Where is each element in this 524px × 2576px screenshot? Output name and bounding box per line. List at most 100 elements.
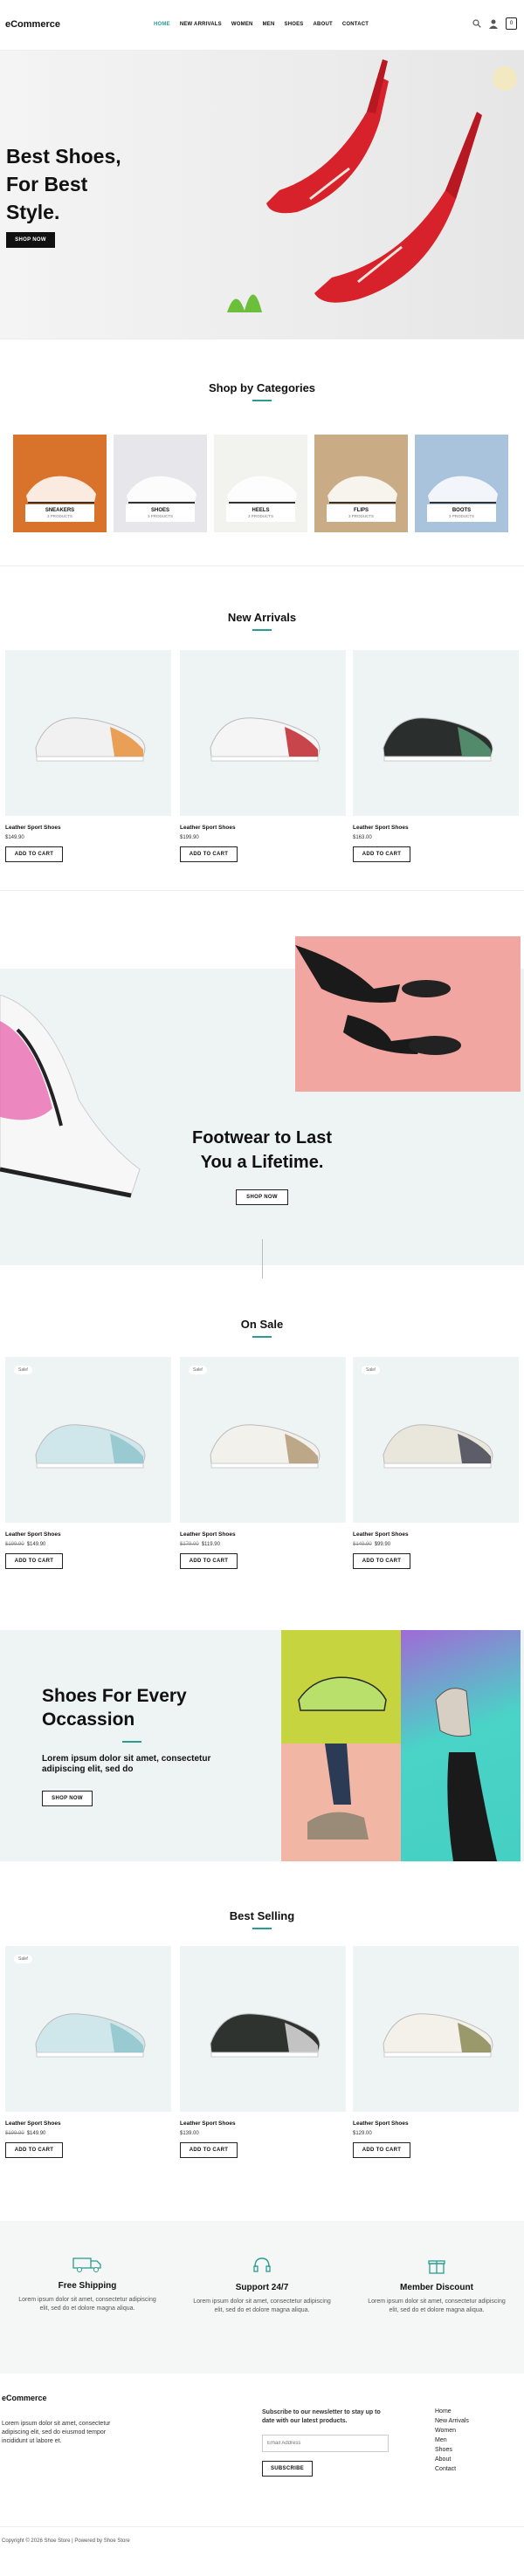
product-name[interactable]: Leather Sport Shoes [5, 1531, 61, 1538]
product-price: $163.00 [353, 835, 372, 840]
current-price: $149.90 [26, 1542, 46, 1547]
category-label: FLIPS 3 PRODUCTS [327, 504, 396, 522]
product-price: $199.90 $149.90 [5, 1542, 45, 1547]
product-shoe-image [383, 2013, 493, 2058]
feature-support-24-7: Support 24/7 Lorem ipsum dolor sit amet, … [188, 2256, 336, 2315]
site-logo[interactable]: eCommerce [5, 19, 60, 30]
product-image[interactable] [180, 1357, 346, 1523]
add-to-cart-button[interactable]: ADD TO CART [353, 1553, 410, 1569]
main-nav: HOME NEW ARRIVALS WOMEN MEN SHOES ABOUT … [154, 22, 369, 27]
product-price: $129.00 [353, 2131, 372, 2136]
footer-link-new-arrivals[interactable]: New Arrivals [435, 2416, 469, 2426]
product-name[interactable]: Leather Sport Shoes [180, 825, 236, 831]
product-shoe-image [35, 1424, 146, 1469]
category-card-boots[interactable]: BOOTS 3 PRODUCTS [415, 435, 508, 532]
footwear-pink-image [295, 936, 521, 1092]
feature-title: Free Shipping [58, 2281, 117, 2291]
nav-men[interactable]: MEN [263, 22, 275, 27]
product-name[interactable]: Leather Sport Shoes [180, 1531, 236, 1538]
product-name[interactable]: Leather Sport Shoes [180, 2120, 236, 2127]
feature-title: Support 24/7 [235, 2283, 289, 2292]
product-image[interactable] [5, 650, 171, 816]
product-price: $149.90 $99.90 [353, 1542, 390, 1547]
category-card-shoes[interactable]: SHOES 3 PRODUCTS [114, 435, 207, 532]
category-label: SNEAKERS 3 PRODUCTS [25, 504, 94, 522]
category-card-flips[interactable]: FLIPS 3 PRODUCTS [314, 435, 408, 532]
on-sale-title: On Sale [240, 1318, 284, 1331]
product-image[interactable] [5, 1357, 171, 1523]
cart-button[interactable]: 0 [506, 17, 517, 30]
category-label: BOOTS 3 PRODUCTS [427, 504, 496, 522]
footer-link-men[interactable]: Men [435, 2436, 469, 2445]
product-name[interactable]: Leather Sport Shoes [5, 825, 61, 831]
nav-contact[interactable]: CONTACT [342, 22, 369, 27]
nav-about[interactable]: ABOUT [314, 22, 333, 27]
green-shoe-image [281, 1630, 401, 1744]
search-icon[interactable] [472, 19, 481, 28]
newsletter-email-input[interactable] [262, 2435, 389, 2452]
user-icon[interactable] [489, 19, 498, 29]
feature-member-discount: Member Discount Lorem ipsum dolor sit ame… [362, 2256, 511, 2315]
product-shoe-image [210, 2013, 321, 2058]
product-price: $199.90 [180, 835, 199, 840]
footwear-banner-title: Footwear to Last You a Lifetime. [191, 1128, 332, 1172]
footer-link-contact[interactable]: Contact [435, 2464, 469, 2474]
product-image[interactable] [353, 1946, 519, 2112]
add-to-cart-button[interactable]: ADD TO CART [353, 2142, 410, 2158]
footwear-shop-now-button[interactable]: SHOP NOW [236, 1189, 288, 1205]
add-to-cart-button[interactable]: ADD TO CART [180, 1553, 238, 1569]
product-name[interactable]: Leather Sport Shoes [353, 825, 409, 831]
old-price: $199.90 [5, 2131, 24, 2136]
sale-badge: Sale! [14, 1366, 33, 1374]
red-heels-image [227, 59, 517, 312]
subscribe-button[interactable]: SUBSCRIBE [262, 2461, 313, 2477]
product-image[interactable] [353, 650, 519, 816]
footer-link-shoes[interactable]: Shoes [435, 2445, 469, 2455]
product-price: $199.90 $149.90 [5, 2131, 45, 2136]
add-to-cart-button[interactable]: ADD TO CART [5, 1553, 63, 1569]
product-price: $139.00 [180, 2131, 199, 2136]
footer-logo[interactable]: eCommerce [2, 2394, 47, 2402]
product-image[interactable] [180, 1946, 346, 2112]
product-name[interactable]: Leather Sport Shoes [5, 2120, 61, 2127]
feature-text: Lorem ipsum dolor sit amet, consectetur … [18, 2297, 156, 2312]
category-count: 3 PRODUCTS [147, 514, 173, 518]
add-to-cart-button[interactable]: ADD TO CART [5, 846, 63, 862]
nav-women[interactable]: WOMEN [231, 22, 253, 27]
add-to-cart-button[interactable]: ADD TO CART [5, 2142, 63, 2158]
product-image[interactable] [353, 1357, 519, 1523]
loafer-image [281, 1744, 401, 1861]
footer-link-about[interactable]: About [435, 2455, 469, 2464]
product-shoe-image [383, 717, 493, 762]
product-shoe-image [35, 717, 146, 762]
category-name: SNEAKERS [45, 508, 75, 513]
category-count: 3 PRODUCTS [448, 514, 474, 518]
add-to-cart-button[interactable]: ADD TO CART [180, 2142, 238, 2158]
old-price: $199.90 [5, 1542, 24, 1547]
product-image[interactable] [180, 650, 346, 816]
product-name[interactable]: Leather Sport Shoes [353, 1531, 409, 1538]
gift-icon [428, 2260, 445, 2274]
occasion-shop-now-button[interactable]: SHOP NOW [42, 1791, 93, 1806]
category-label: HEELS 3 PRODUCTS [226, 504, 295, 522]
copyright-text: Copyright © 2026 Shoe Store | Powered by… [2, 2538, 130, 2544]
product-image[interactable] [5, 1946, 171, 2112]
product-price: $179.00 $119.90 [180, 1542, 220, 1547]
product-name[interactable]: Leather Sport Shoes [353, 2120, 409, 2127]
footer-link-home[interactable]: Home [435, 2407, 469, 2416]
hero-banner: Best Shoes, For Best Style. SHOP NOW [0, 51, 524, 339]
footer-link-women[interactable]: Women [435, 2426, 469, 2436]
running-shoe-image [0, 995, 141, 1198]
nav-home[interactable]: HOME [154, 22, 170, 27]
nav-new-arrivals[interactable]: NEW ARRIVALS [180, 22, 222, 27]
category-name: BOOTS [452, 508, 472, 513]
add-to-cart-button[interactable]: ADD TO CART [180, 846, 238, 862]
hero-shop-now-button[interactable]: SHOP NOW [6, 232, 55, 248]
add-to-cart-button[interactable]: ADD TO CART [353, 846, 410, 862]
newsletter-text: Subscribe to our newsletter to stay up t… [262, 2409, 381, 2424]
occasion-banner-text: Lorem ipsum dolor sit amet, consectetur … [42, 1754, 211, 1774]
category-card-heels[interactable]: HEELS 3 PRODUCTS [214, 435, 307, 532]
nav-shoes[interactable]: SHOES [285, 22, 304, 27]
sale-badge: Sale! [362, 1366, 381, 1374]
category-card-sneakers[interactable]: SNEAKERS 3 PRODUCTS [13, 435, 107, 532]
